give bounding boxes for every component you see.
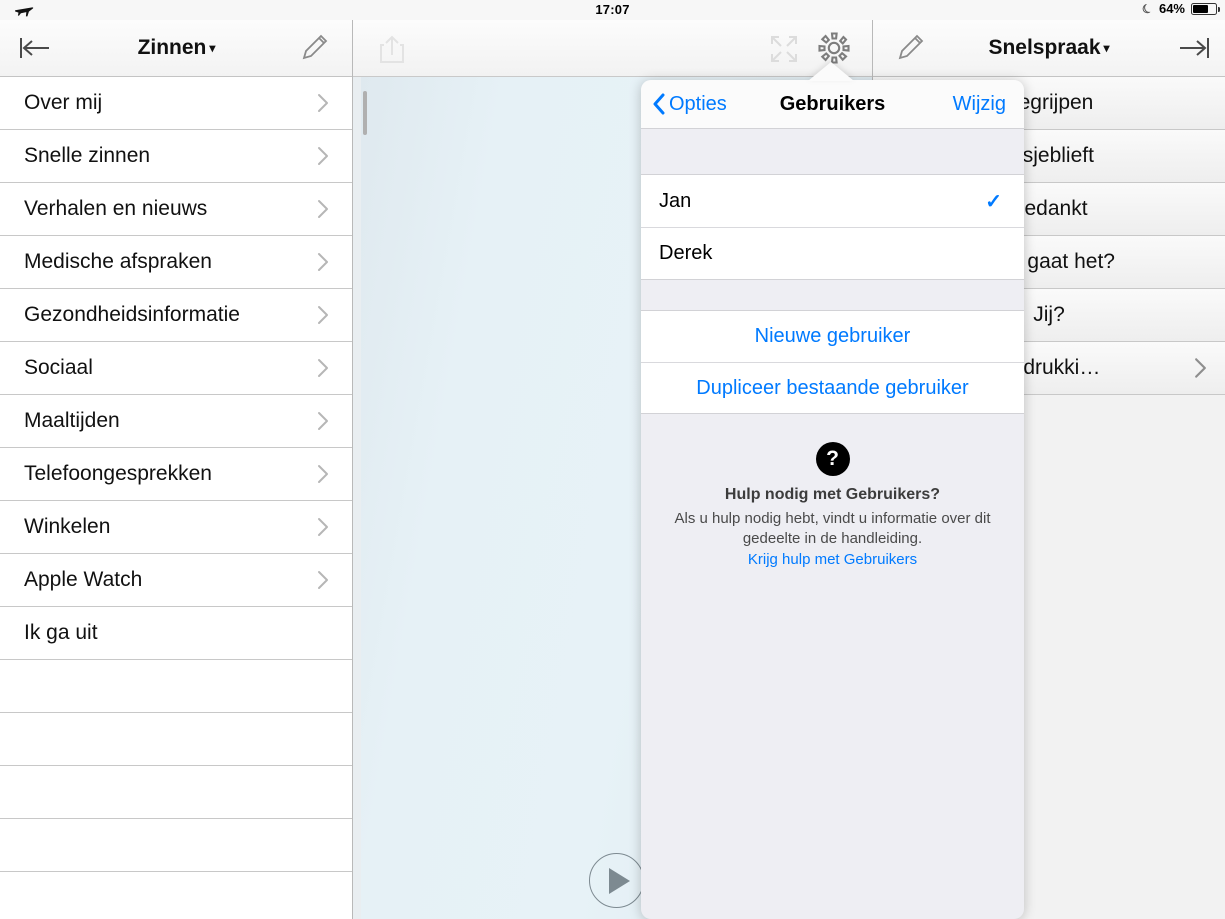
- quickspeak-item-label: Jij?: [1033, 303, 1065, 326]
- chevron-right-icon: [1195, 358, 1206, 378]
- chevron-right-icon: [318, 412, 328, 430]
- status-time: 17:07: [595, 2, 630, 17]
- chevron-right-icon: [318, 518, 328, 536]
- chevron-right-icon: [317, 305, 353, 325]
- left-phrase-list[interactable]: Over mij Snelle zinnen Verhalen en nieuws M…: [0, 77, 353, 919]
- right-forward-button[interactable]: [1167, 26, 1221, 70]
- list-item[interactable]: Sociaal: [0, 342, 353, 395]
- chevron-right-icon: [318, 359, 328, 377]
- chevron-right-icon: [317, 252, 353, 272]
- left-edit-button[interactable]: [287, 26, 341, 70]
- list-item-label: Apple Watch: [24, 568, 143, 591]
- list-item[interactable]: Gezondheidsinformatie: [0, 289, 353, 342]
- user-name: Jan: [659, 189, 692, 212]
- help-body: Als u hulp nodig hebt, vindt u informati…: [674, 510, 991, 547]
- list-item[interactable]: Winkelen: [0, 501, 353, 554]
- chevron-right-icon: [317, 517, 353, 537]
- chevron-right-icon: [317, 358, 353, 378]
- checkmark-icon: ✓: [985, 190, 1002, 213]
- chevron-down-icon: ▾: [1103, 41, 1110, 55]
- right-edit-button[interactable]: [883, 26, 937, 70]
- moon-icon: ☾: [1139, 0, 1156, 18]
- chevron-right-icon: [318, 306, 328, 324]
- divider-left: [352, 20, 353, 919]
- popover-spacer-mid: [641, 280, 1024, 310]
- list-item-empty: [0, 766, 353, 819]
- list-item[interactable]: Verhalen en nieuws: [0, 183, 353, 236]
- play-icon[interactable]: [589, 853, 644, 908]
- list-item[interactable]: Maaltijden: [0, 395, 353, 448]
- share-icon[interactable]: [365, 27, 419, 71]
- list-item[interactable]: Ik ga uit: [0, 607, 353, 660]
- left-panel: Zinnen ▾ Over mij Snelle zinnen Verhalen en…: [0, 20, 353, 919]
- user-row[interactable]: Derek: [641, 227, 1024, 279]
- users-popover: Opties Gebruikers Wijzig Jan ✓ Derek Nieuw…: [641, 80, 1024, 919]
- list-item[interactable]: Over mij: [0, 77, 353, 130]
- chevron-right-icon: [317, 570, 353, 590]
- user-row[interactable]: Jan ✓: [641, 175, 1024, 227]
- canvas-drag-handle[interactable]: [363, 91, 367, 135]
- list-item-empty: [0, 660, 353, 713]
- chevron-right-icon: [318, 465, 328, 483]
- list-item-label: Telefoongesprekken: [24, 462, 212, 485]
- battery-percent: 64%: [1158, 1, 1185, 16]
- expand-icon[interactable]: [757, 27, 811, 71]
- left-back-button[interactable]: [8, 26, 62, 70]
- status-bar: 17:07 ☾ 64%: [0, 0, 1225, 20]
- chevron-right-icon: [317, 411, 353, 431]
- users-list[interactable]: Jan ✓ Derek: [641, 174, 1024, 280]
- list-item[interactable]: Apple Watch: [0, 554, 353, 607]
- list-item-empty: [0, 872, 353, 919]
- chevron-right-icon: [317, 93, 353, 113]
- list-item[interactable]: Telefoongesprekken: [0, 448, 353, 501]
- list-item-label: Gezondheidsinformatie: [24, 303, 240, 326]
- chevron-right-icon: [318, 94, 328, 112]
- user-name: Derek: [659, 242, 713, 264]
- left-panel-title-text: Zinnen: [137, 36, 207, 59]
- list-item-empty: [0, 819, 353, 872]
- left-navbar: Zinnen ▾: [0, 20, 353, 77]
- help-section: ? Hulp nodig met Gebruikers? Als u hulp …: [641, 414, 1024, 569]
- list-item-label: Winkelen: [24, 515, 111, 538]
- question-mark-icon: ?: [815, 442, 850, 476]
- list-item-label: Sociaal: [24, 356, 93, 379]
- help-title: Hulp nodig met Gebruikers?: [724, 486, 941, 503]
- list-item-label: Snelle zinnen: [24, 144, 151, 167]
- popover-spacer-top: [641, 129, 1024, 174]
- middle-toolbar: [353, 20, 873, 77]
- popover-arrow: [808, 62, 854, 81]
- battery-icon: [1191, 2, 1220, 15]
- popover-edit-button[interactable]: Wijzig: [953, 93, 1006, 116]
- chevron-right-icon: [318, 571, 328, 589]
- popover-navbar: Opties Gebruikers Wijzig: [641, 80, 1024, 129]
- list-item-label: Maaltijden: [24, 409, 120, 432]
- list-item-empty: [0, 713, 353, 766]
- chevron-right-icon: [318, 253, 328, 271]
- list-item-label: Ik ga uit: [24, 621, 98, 644]
- help-link[interactable]: Krijg hulp met Gebruikers: [748, 551, 917, 568]
- list-item-label: Over mij: [24, 91, 103, 114]
- user-actions-group[interactable]: Nieuwe gebruiker Dupliceer bestaande gebr…: [641, 310, 1024, 414]
- list-item[interactable]: Medische afspraken: [0, 236, 353, 289]
- chevron-right-icon: [1194, 357, 1207, 379]
- chevron-right-icon: [317, 146, 353, 166]
- app-root: 17:07 ☾ 64% Zinnen ▾ Over mij Snelle zin…: [0, 0, 1225, 919]
- user-action-row[interactable]: Nieuwe gebruiker: [641, 311, 1024, 362]
- list-item-label: Medische afspraken: [24, 250, 212, 273]
- status-right-group: ☾ 64%: [1139, 0, 1220, 18]
- chevron-right-icon: [317, 199, 353, 219]
- user-action-row[interactable]: Dupliceer bestaande gebruiker: [641, 362, 1024, 413]
- chevron-right-icon: [318, 147, 328, 165]
- chevron-right-icon: [318, 200, 328, 218]
- right-navbar: Snelspraak ▾: [873, 20, 1225, 77]
- chevron-down-icon: ▾: [209, 41, 216, 55]
- list-item-label: Verhalen en nieuws: [24, 197, 208, 220]
- chevron-right-icon: [317, 464, 353, 484]
- right-panel-title-text: Snelspraak: [988, 36, 1101, 59]
- list-item[interactable]: Snelle zinnen: [0, 130, 353, 183]
